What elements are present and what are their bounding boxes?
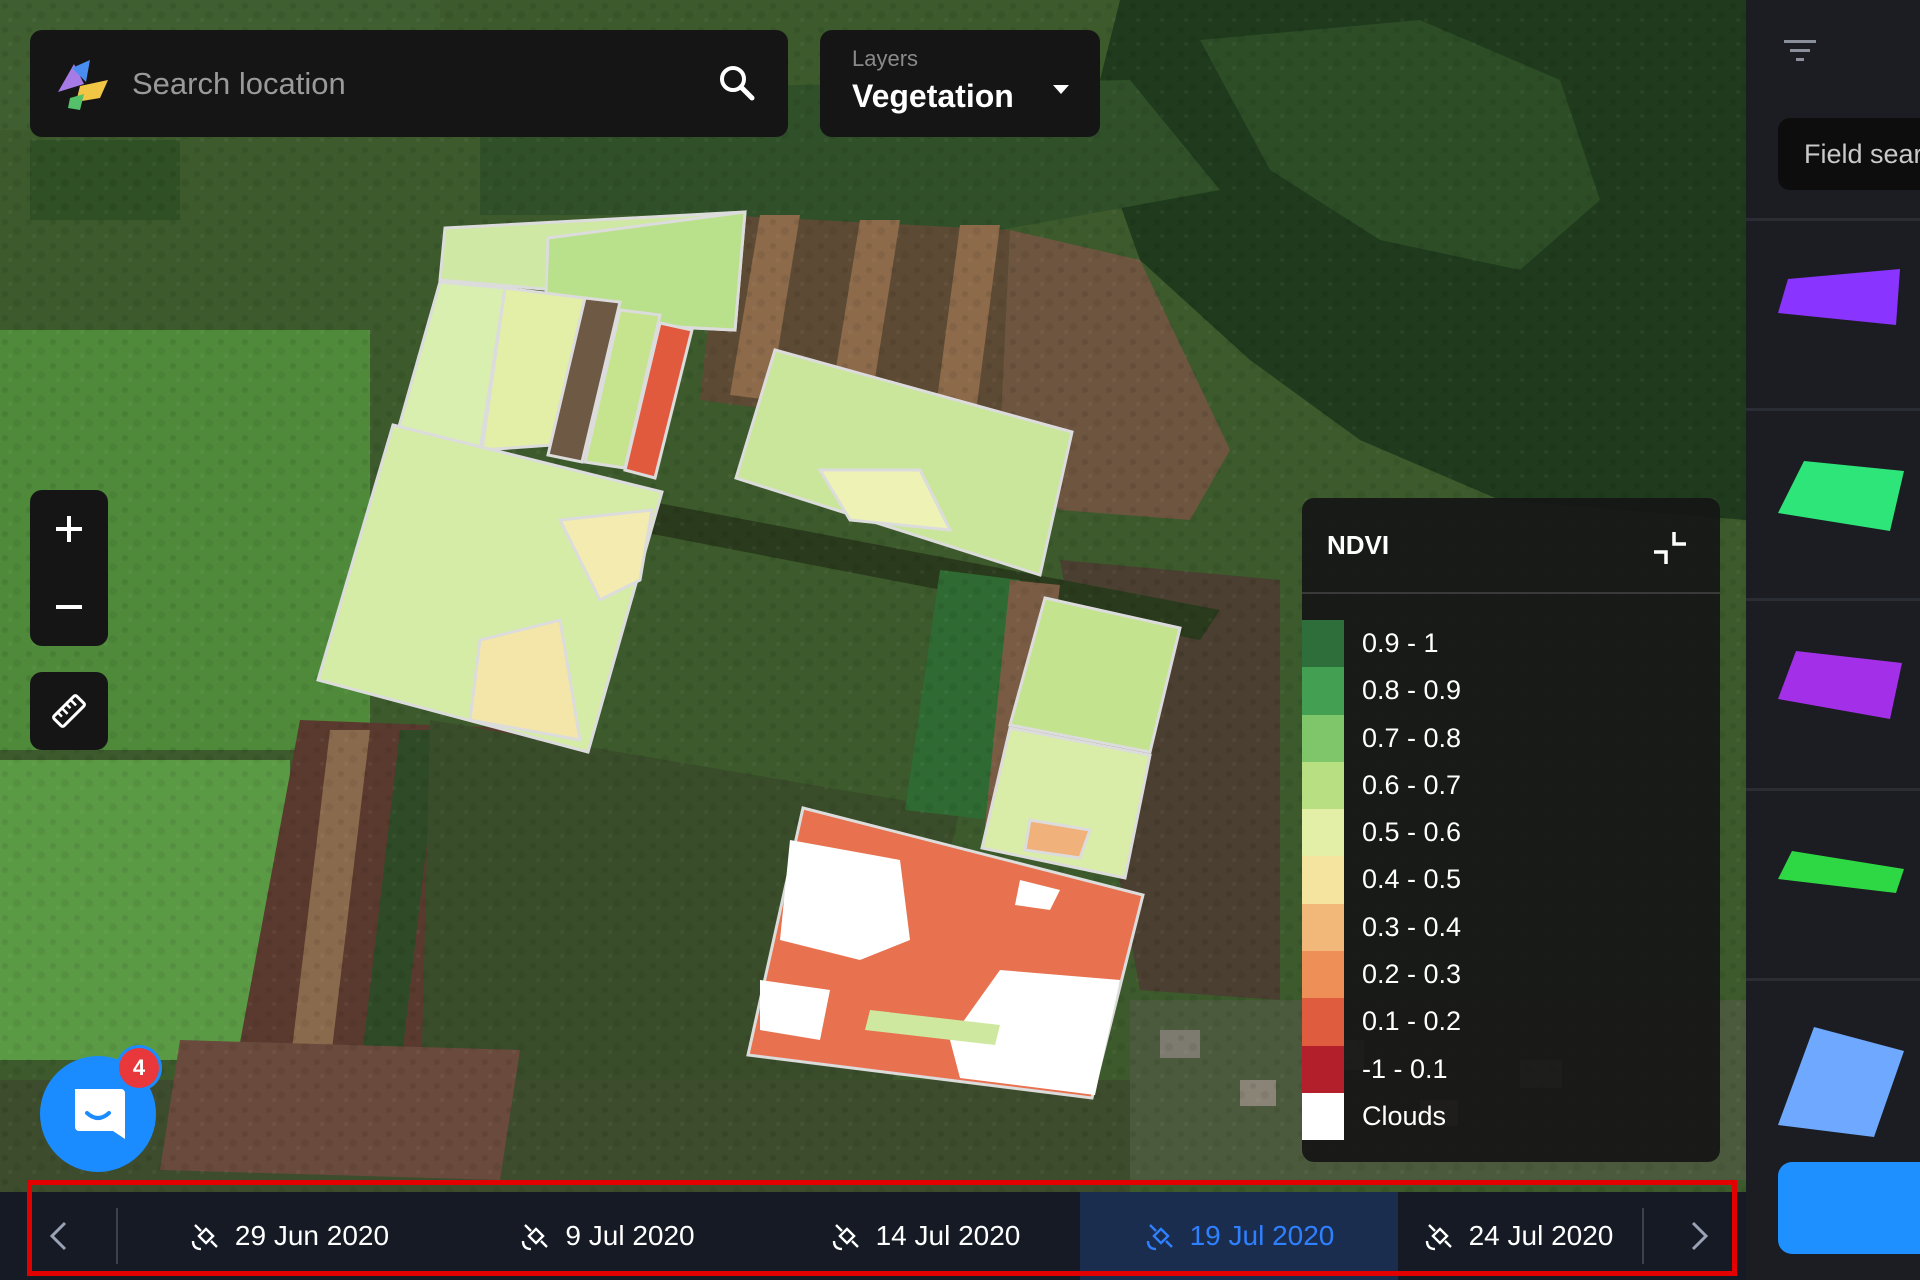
collapse-icon[interactable]	[1650, 528, 1690, 568]
legend-item: Clouds	[1302, 1092, 1702, 1141]
zoom-out-button[interactable]	[30, 568, 108, 646]
ndvi-legend: NDVI 0.9 - 1 0.8 - 0.9 0.7 - 0.8 0.6 - 0…	[1302, 498, 1720, 1162]
timeline-date-label: 14 Jul 2020	[875, 1220, 1021, 1251]
timeline-date-label: 29 Jun 2020	[234, 1220, 390, 1251]
legend-swatch	[1302, 856, 1344, 904]
zoom-in-button[interactable]	[30, 490, 108, 568]
timeline-separator	[1642, 1208, 1644, 1264]
legend-swatch	[1302, 620, 1344, 668]
legend-item: 0.5 - 0.6	[1302, 809, 1702, 857]
legend-divider	[1302, 592, 1720, 594]
field-list-item[interactable]	[1746, 978, 1920, 1151]
legend-label: 0.7 - 0.8	[1362, 722, 1462, 753]
timeline-date-item-active[interactable]: 19 Jul 2020	[1080, 1192, 1398, 1280]
legend-swatch	[1302, 998, 1344, 1046]
field-list-item[interactable]	[1746, 408, 1920, 601]
legend-label: Clouds	[1362, 1100, 1447, 1131]
legend-item: 0.4 - 0.5	[1302, 856, 1702, 904]
legend-item: 0.1 - 0.2	[1302, 998, 1702, 1046]
legend-item: -1 - 0.1	[1302, 1045, 1702, 1093]
plus-icon	[56, 516, 82, 542]
field-shape-icon	[1778, 461, 1904, 531]
legend-item: 0.3 - 0.4	[1302, 903, 1702, 952]
timeline-prev-button[interactable]	[28, 1192, 88, 1280]
legend-swatch	[1302, 903, 1344, 952]
layers-selected-value: Vegetation	[852, 78, 1014, 114]
legend-label: 0.3 - 0.4	[1362, 911, 1462, 942]
fields-sidebar	[1746, 0, 1920, 1280]
legend-label: 0.9 - 1	[1362, 628, 1439, 658]
legend-swatch	[1302, 1092, 1344, 1141]
legend-item: 0.7 - 0.8	[1302, 714, 1702, 762]
legend-label: 0.1 - 0.2	[1362, 1006, 1462, 1037]
legend-swatch	[1302, 809, 1344, 857]
legend-item: 0.2 - 0.3	[1302, 951, 1702, 999]
legend-label: 0.8 - 0.9	[1362, 675, 1462, 706]
satellite-icon	[1425, 1224, 1452, 1251]
timeline-date-label: 24 Jul 2020	[1468, 1220, 1614, 1251]
zoom-controls	[30, 490, 108, 646]
satellite-icon	[1146, 1224, 1173, 1251]
satellite-icon	[522, 1224, 549, 1251]
legend-label: 0.5 - 0.6	[1362, 817, 1462, 848]
chevron-left-icon	[49, 1221, 67, 1251]
field-search-input[interactable]	[1778, 118, 1920, 190]
timeline-date-label: 19 Jul 2020	[1189, 1220, 1335, 1251]
legend-item: 0.9 - 1	[1302, 620, 1702, 668]
chevron-right-icon	[1691, 1221, 1709, 1251]
chevron-down-icon	[1053, 85, 1069, 94]
legend-label: 0.2 - 0.3	[1362, 959, 1462, 990]
search-icon[interactable]	[714, 60, 760, 106]
chat-icon	[75, 1089, 125, 1139]
satellite-icon	[832, 1224, 859, 1251]
search-bar	[30, 30, 788, 137]
legend-label: 0.6 - 0.7	[1362, 769, 1462, 800]
satellite-icon	[191, 1224, 218, 1251]
minus-icon	[56, 605, 82, 609]
timeline-date-item[interactable]: 9 Jul 2020	[448, 1192, 766, 1280]
field-shape-icon	[1778, 651, 1902, 719]
field-list-item[interactable]	[1746, 218, 1920, 411]
date-timeline: 29 Jun 2020 9 Jul 2020 14 Jul 2020 19 Ju…	[0, 1192, 1746, 1280]
field-shape-icon	[1778, 851, 1904, 893]
legend-swatch	[1302, 1045, 1344, 1093]
notification-badge: 4	[119, 1048, 159, 1088]
field-list-item[interactable]	[1746, 598, 1920, 791]
timeline-date-item[interactable]: 14 Jul 2020	[766, 1192, 1084, 1280]
app-logo-icon	[58, 60, 108, 110]
legend-label: 0.4 - 0.5	[1362, 864, 1462, 895]
legend-swatch	[1302, 761, 1344, 810]
search-input[interactable]	[130, 52, 694, 116]
timeline-next-button[interactable]	[1670, 1192, 1730, 1280]
ruler-icon	[52, 694, 86, 728]
sidebar-action-button[interactable]	[1778, 1162, 1920, 1254]
layers-caption: Layers	[852, 46, 919, 71]
legend-title: NDVI	[1327, 530, 1390, 560]
legend-swatch	[1302, 714, 1344, 762]
legend-swatch	[1302, 951, 1344, 999]
timeline-date-item[interactable]: 24 Jul 2020	[1398, 1192, 1638, 1280]
legend-list: 0.9 - 1 0.8 - 0.9 0.7 - 0.8 0.6 - 0.7 0.…	[1302, 620, 1702, 1141]
layers-dropdown[interactable]: Layers Vegetation	[820, 30, 1100, 137]
field-shape-icon	[1778, 269, 1900, 325]
legend-item: 0.6 - 0.7	[1302, 761, 1702, 810]
measure-button[interactable]	[30, 672, 108, 750]
field-list-item[interactable]	[1746, 788, 1920, 981]
timeline-date-item[interactable]: 29 Jun 2020	[130, 1192, 448, 1280]
legend-item: 0.8 - 0.9	[1302, 667, 1702, 715]
timeline-separator	[116, 1208, 118, 1264]
legend-label: -1 - 0.1	[1362, 1053, 1448, 1084]
filter-icon[interactable]	[1782, 36, 1818, 66]
legend-swatch	[1302, 667, 1344, 715]
field-shape-icon	[1778, 1027, 1904, 1137]
timeline-date-label: 9 Jul 2020	[565, 1220, 695, 1251]
